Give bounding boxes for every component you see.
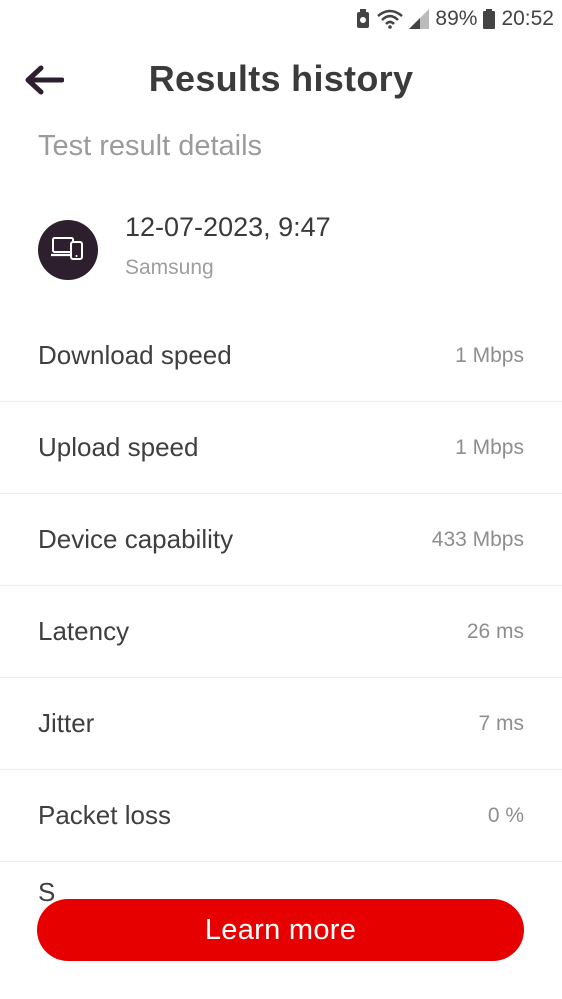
signal-icon (409, 9, 430, 29)
devices-icon (49, 235, 85, 266)
wifi-icon (377, 9, 404, 29)
result-row-upload-speed: Upload speed 1 Mbps (0, 402, 562, 494)
result-row-packet-loss: Packet loss 0 % (0, 770, 562, 862)
device-avatar (38, 220, 98, 280)
result-value: 7 ms (478, 711, 524, 735)
page-title: Results history (148, 58, 414, 99)
app-header: Results history (0, 50, 562, 112)
result-row-device-capability: Device capability 433 Mbps (0, 494, 562, 586)
result-label: Jitter (38, 708, 95, 738)
result-row-latency: Latency 26 ms (0, 586, 562, 678)
device-name: Samsung (125, 256, 214, 279)
result-row-download-speed: Download speed 1 Mbps (0, 310, 562, 402)
battery-percent: 89% (435, 7, 478, 30)
result-label: Latency (38, 616, 130, 646)
result-label: Upload speed (38, 432, 199, 462)
battery-icon (483, 9, 496, 29)
cta-container: Learn more (37, 899, 524, 961)
test-datetime: 12-07-2023, 9:47 (125, 212, 331, 242)
section-title: Test result details (38, 130, 263, 162)
recycle-icon (355, 9, 371, 29)
result-label: Packet loss (38, 800, 171, 830)
result-value: 26 ms (466, 619, 524, 643)
device-info: 12-07-2023, 9:47 Samsung (38, 210, 538, 290)
results-list: Download speed 1 Mbps Upload speed 1 Mbp… (0, 310, 562, 922)
result-label: Download speed (38, 340, 232, 370)
learn-more-button[interactable]: Learn more (37, 899, 524, 961)
result-value: 1 Mbps (455, 435, 524, 459)
result-label: Device capability (38, 524, 234, 554)
result-row-jitter: Jitter 7 ms (0, 678, 562, 770)
result-value: 0 % (487, 803, 524, 827)
status-time: 20:52 (501, 7, 554, 30)
result-value: 1 Mbps (455, 343, 524, 367)
status-bar: 89% 20:52 (0, 0, 562, 38)
result-value: 433 Mbps (431, 527, 524, 551)
